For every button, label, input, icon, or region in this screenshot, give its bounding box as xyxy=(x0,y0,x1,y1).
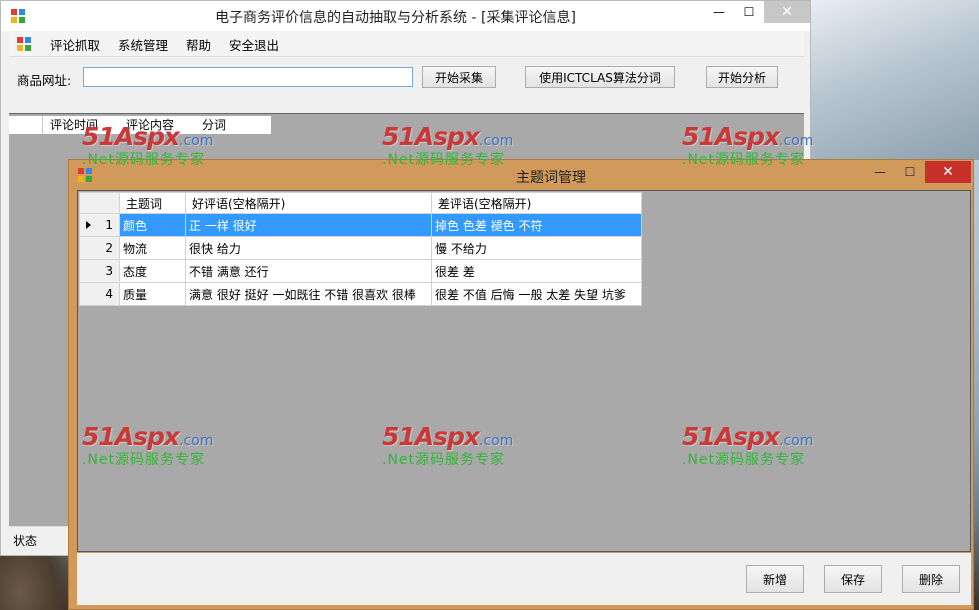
dialog-window-controls: — ☐ ✕ xyxy=(865,161,971,183)
bad-words-cell[interactable]: 很差 差 xyxy=(431,259,642,283)
dialog-titlebar[interactable]: 主题词管理 — ☐ ✕ xyxy=(69,160,973,190)
dialog-maximize-button[interactable]: ☐ xyxy=(895,161,925,183)
main-window-controls: — ☐ ✕ xyxy=(704,1,810,23)
column-header-segmentation[interactable]: 分词 xyxy=(195,116,271,134)
topic-cell[interactable]: 物流 xyxy=(119,236,186,260)
topic-grid[interactable]: 主题词 好评语(空格隔开) 差评语(空格隔开) 1 颜色 正 一样 很好 掉色 … xyxy=(79,192,642,306)
delete-button[interactable]: 删除 xyxy=(902,565,960,593)
good-words-cell[interactable]: 正 一样 很好 xyxy=(185,213,432,237)
topic-cell[interactable]: 质量 xyxy=(119,282,186,306)
column-header-comment-content[interactable]: 评论内容 xyxy=(119,116,195,134)
main-window-title: 电子商务评价信息的自动抽取与分析系统 - [采集评论信息] xyxy=(215,10,576,26)
current-row-arrow-icon xyxy=(86,221,91,229)
bad-words-cell[interactable]: 很差 不值 后悔 一般 太差 失望 坑爹 xyxy=(431,282,642,306)
collect-toolbar: 商品网址: 开始采集 使用ICTCLAS算法分词 开始分析 xyxy=(9,57,804,113)
save-button[interactable]: 保存 xyxy=(824,565,882,593)
dialog-footer: 新增 保存 删除 xyxy=(77,553,971,605)
topic-cell[interactable]: 态度 xyxy=(119,259,186,283)
column-header-bad-words[interactable]: 差评语(空格隔开) xyxy=(431,192,642,214)
topic-word-dialog: 主题词管理 — ☐ ✕ 主题词 好评语(空格隔开) 差评语(空格隔开) 1 颜色… xyxy=(68,159,974,610)
row-header[interactable]: 4 xyxy=(79,282,120,306)
topic-cell[interactable]: 颜色 xyxy=(119,213,186,237)
ictclas-segment-button[interactable]: 使用ICTCLAS算法分词 xyxy=(525,66,675,88)
bad-words-cell[interactable]: 掉色 色差 褪色 不符 xyxy=(431,213,642,237)
column-header-comment-time[interactable]: 评论时间 xyxy=(43,116,119,134)
menu-help[interactable]: 帮助 xyxy=(177,35,220,54)
start-analysis-button[interactable]: 开始分析 xyxy=(706,66,778,88)
table-row[interactable]: 4 质量 满意 很好 挺好 一如既往 不错 很喜欢 很棒 很差 不值 后悔 一般… xyxy=(79,282,642,306)
product-url-label: 商品网址: xyxy=(17,73,72,88)
row-header[interactable]: 1 xyxy=(79,213,120,237)
column-header-topic[interactable]: 主题词 xyxy=(119,192,186,214)
menu-comment-fetch[interactable]: 评论抓取 xyxy=(41,35,109,54)
add-button[interactable]: 新增 xyxy=(746,565,804,593)
topic-grid-area[interactable]: 主题词 好评语(空格隔开) 差评语(空格隔开) 1 颜色 正 一样 很好 掉色 … xyxy=(77,190,971,552)
minimize-button[interactable]: — xyxy=(704,1,734,23)
start-fetch-button[interactable]: 开始采集 xyxy=(422,66,496,88)
grid-corner-cell[interactable] xyxy=(9,116,43,134)
maximize-button[interactable]: ☐ xyxy=(734,1,764,23)
comments-grid-header: 评论时间 评论内容 分词 xyxy=(9,116,271,134)
close-button[interactable]: ✕ xyxy=(764,1,810,23)
column-header-good-words[interactable]: 好评语(空格隔开) xyxy=(185,192,432,214)
table-row[interactable]: 1 颜色 正 一样 很好 掉色 色差 褪色 不符 xyxy=(79,213,642,237)
main-titlebar[interactable]: 电子商务评价信息的自动抽取与分析系统 - [采集评论信息] — ☐ ✕ xyxy=(1,1,810,31)
table-row[interactable]: 2 物流 很快 给力 慢 不给力 xyxy=(79,236,642,260)
good-words-cell[interactable]: 不错 满意 还行 xyxy=(185,259,432,283)
good-words-cell[interactable]: 满意 很好 挺好 一如既往 不错 很喜欢 很棒 xyxy=(185,282,432,306)
good-words-cell[interactable]: 很快 给力 xyxy=(185,236,432,260)
dialog-title: 主题词管理 xyxy=(516,170,586,186)
bad-words-cell[interactable]: 慢 不给力 xyxy=(431,236,642,260)
status-label: 状态 xyxy=(13,534,38,548)
dialog-close-button[interactable]: ✕ xyxy=(925,161,971,183)
dialog-minimize-button[interactable]: — xyxy=(865,161,895,183)
table-row[interactable]: 3 态度 不错 满意 还行 很差 差 xyxy=(79,259,642,283)
mdi-window-icon[interactable] xyxy=(17,37,31,51)
menu-system-management[interactable]: 系统管理 xyxy=(109,35,177,54)
topic-grid-corner[interactable] xyxy=(79,192,120,214)
desktop-background-sea xyxy=(809,0,979,160)
menu-safe-exit[interactable]: 安全退出 xyxy=(220,35,288,54)
menubar: 评论抓取 系统管理 帮助 安全退出 xyxy=(9,32,804,57)
row-header[interactable]: 3 xyxy=(79,259,120,283)
product-url-input[interactable] xyxy=(83,67,413,87)
row-header[interactable]: 2 xyxy=(79,236,120,260)
topic-grid-header-row: 主题词 好评语(空格隔开) 差评语(空格隔开) xyxy=(79,192,642,214)
